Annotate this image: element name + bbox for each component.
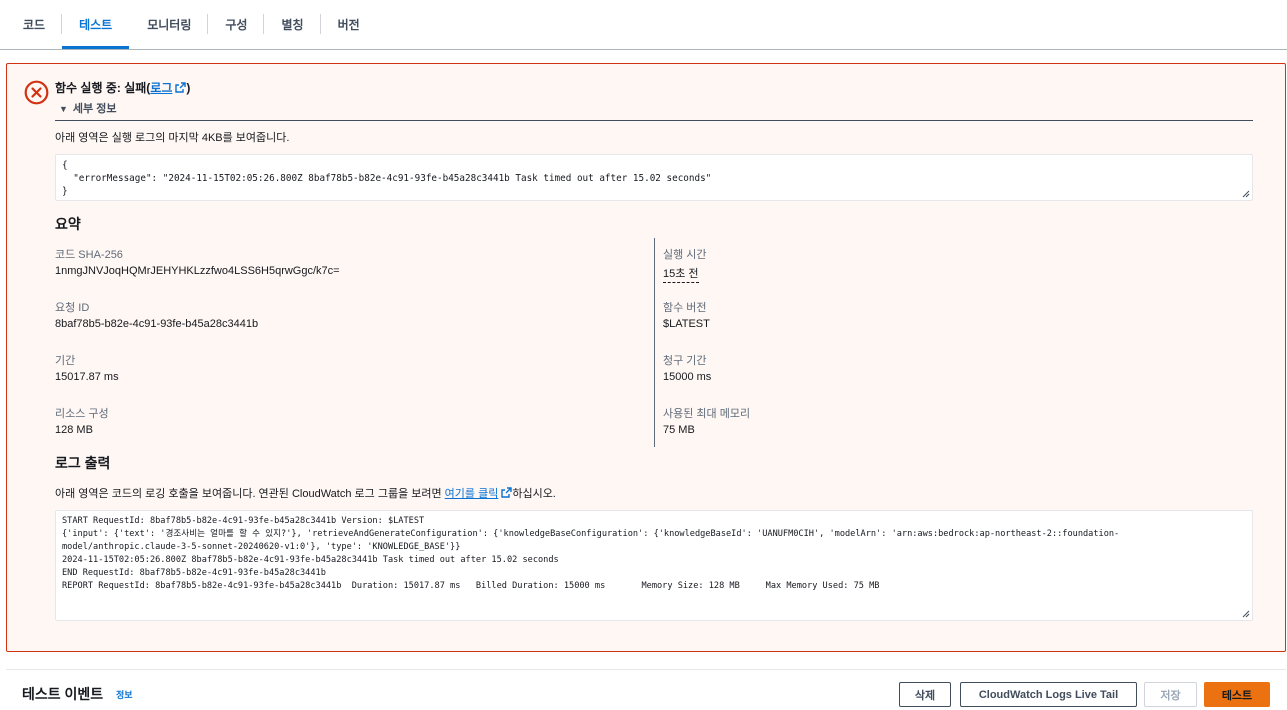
log-line: model/anthropic.claude-3-5-sonnet-202406…: [62, 542, 461, 552]
log-link-label: 로그: [150, 81, 173, 95]
log-output-note-prefix: 아래 영역은 코드의 로깅 호출을 보여줍니다. 연관된 CloudWatch …: [55, 488, 445, 500]
log-line: {'input': {'text': '경조사비는 얼마를 할 수 있지?'},…: [62, 529, 1120, 539]
tab-configuration-label: 구성: [225, 17, 248, 32]
resize-handle-icon[interactable]: [1242, 190, 1250, 198]
tab-aliases[interactable]: 별칭: [264, 0, 321, 48]
max-memory-value: 75 MB: [663, 424, 695, 436]
resource-config-label: 리소스 구성: [55, 408, 109, 420]
tab-aliases-label: 별칭: [281, 17, 304, 32]
code-sha-value: 1nmgJNVJoqHQMrJEHYHKLzzfwo4LSS6H5qrwGgc/…: [55, 265, 340, 277]
alert-title-prefix: 함수 실행 중: 실패(: [55, 81, 151, 95]
log-line: START RequestId: 8baf78b5-b82e-4c91-93fe…: [62, 516, 425, 526]
tab-versions-label: 버전: [337, 17, 360, 32]
log-line: 2024-11-15T02:05:26.800Z 8baf78b5-b82e-4…: [62, 555, 559, 565]
error-json-box[interactable]: { "errorMessage": "2024-11-15T02:05:26.8…: [55, 154, 1253, 201]
log-link[interactable]: 로그: [150, 81, 187, 95]
log-output-note-suffix: 하십시오.: [512, 488, 556, 500]
execution-time-label: 실행 시간: [663, 249, 707, 261]
tab-code[interactable]: 코드: [6, 0, 63, 48]
duration-label: 기간: [55, 355, 76, 367]
external-link-icon: [175, 82, 187, 93]
cloudwatch-link-label: 여기를 클릭: [444, 488, 499, 500]
tab-test[interactable]: 테스트: [62, 0, 130, 49]
resource-config-value: 128 MB: [55, 424, 93, 436]
cloudwatch-link[interactable]: 여기를 클릭: [444, 487, 513, 500]
delete-button[interactable]: 삭제: [899, 682, 951, 707]
request-id-value: 8baf78b5-b82e-4c91-93fe-b45a28c3441b: [55, 318, 259, 330]
tab-versions[interactable]: 버전: [321, 0, 377, 48]
delete-button-label: 삭제: [914, 689, 936, 702]
error-json-line: {: [62, 160, 68, 171]
function-version-value: $LATEST: [663, 318, 710, 330]
duration-value: 15017.87 ms: [55, 371, 119, 383]
function-version-label: 함수 버전: [663, 302, 707, 314]
execution-log-note: 아래 영역은 실행 로그의 마지막 4KB를 보여줍니다.: [55, 132, 290, 144]
summary-column-divider: [654, 238, 655, 447]
test-button-label: 테스트: [1221, 689, 1253, 702]
error-json-line: "errorMessage": "2024-11-15T02:05:26.800…: [62, 173, 712, 184]
save-button[interactable]: 저장: [1144, 682, 1197, 707]
error-circle-icon: [24, 80, 49, 105]
details-label: 세부 정보: [72, 103, 117, 115]
test-button[interactable]: 테스트: [1204, 682, 1270, 707]
details-divider: [55, 120, 1253, 121]
log-output-heading: 로그 출력: [55, 455, 111, 471]
log-output-box[interactable]: START RequestId: 8baf78b5-b82e-4c91-93fe…: [55, 510, 1253, 621]
save-button-label: 저장: [1160, 689, 1181, 702]
code-sha-label: 코드 SHA-256: [55, 249, 123, 261]
live-tail-button-label: CloudWatch Logs Live Tail: [978, 688, 1119, 701]
test-event-title: 테스트 이벤트: [22, 686, 104, 702]
resize-handle-icon[interactable]: [1242, 610, 1250, 618]
info-link[interactable]: 정보: [116, 688, 133, 701]
execution-result-alert: 함수 실행 중: 실패(로그) ▼ 세부 정보 아래 영역은 실행 로그의 마지막…: [6, 63, 1286, 652]
log-line: REPORT RequestId: 8baf78b5-b82e-4c91-93f…: [62, 581, 880, 591]
caret-down-icon: ▼: [59, 104, 68, 114]
log-output-note: 아래 영역은 코드의 로깅 호출을 보여줍니다. 연관된 CloudWatch …: [55, 485, 556, 501]
max-memory-label: 사용된 최대 메모리: [663, 408, 751, 420]
details-expander[interactable]: ▼ 세부 정보: [59, 100, 116, 116]
execution-time-value[interactable]: 15초 전: [663, 265, 699, 283]
tab-test-label: 테스트: [79, 17, 113, 32]
alert-title: 함수 실행 중: 실패(로그): [55, 79, 190, 96]
summary-heading: 요약: [55, 216, 81, 232]
log-line: END RequestId: 8baf78b5-b82e-4c91-93fe-b…: [62, 568, 326, 578]
live-tail-button[interactable]: CloudWatch Logs Live Tail: [960, 682, 1137, 707]
billed-duration-label: 청구 기간: [663, 355, 707, 367]
test-event-section: 테스트 이벤트 정보 삭제 CloudWatch Logs Live Tail …: [6, 669, 1286, 710]
tab-code-label: 코드: [23, 17, 46, 32]
error-json-line: }: [62, 186, 68, 197]
external-link-icon: [501, 487, 513, 498]
tab-monitoring-label: 모니터링: [147, 17, 192, 32]
tab-monitoring[interactable]: 모니터링: [129, 0, 209, 48]
request-id-label: 요청 ID: [55, 302, 90, 314]
billed-duration-value: 15000 ms: [663, 371, 712, 383]
tab-configuration[interactable]: 구성: [208, 0, 265, 48]
alert-title-suffix: ): [186, 81, 191, 95]
tab-bar: 코드 테스트 모니터링 구성 별칭 버전: [0, 0, 1287, 50]
